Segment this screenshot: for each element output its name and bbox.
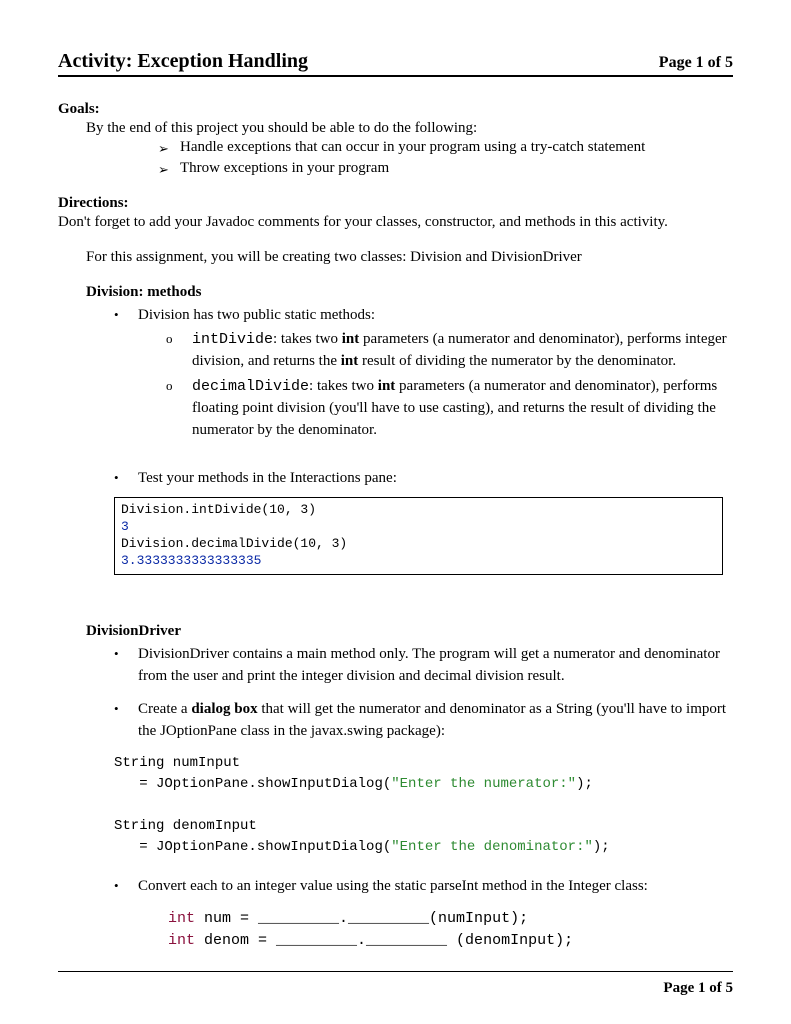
circle-icon: o [166,376,192,396]
footer-page-number: Page 1 of 5 [58,972,733,997]
circle-icon: o [166,329,192,349]
division-bullet: • Division has two public static methods… [114,305,733,446]
method-name: decimalDivide [192,378,309,395]
code-line: Division.decimalDivide(10, 3) [121,536,716,553]
division-methods-list: • Division has two public static methods… [114,305,733,446]
method-desc: intDivide: takes two int parameters (a n… [192,329,733,373]
bullet-icon: • [114,305,138,325]
driver-heading: DivisionDriver [86,623,733,640]
dialog-code-block: String numInput = JOptionPane.showInputD… [114,753,733,858]
division-intro: Division has two public static methods: [138,307,375,323]
goals-item: ➢ Throw exceptions in your program [158,160,733,179]
goals-item-text: Handle exceptions that can occur in your… [180,139,645,156]
directions-assignment: For this assignment, you will be creatin… [86,249,733,266]
test-bullet-list: • Test your methods in the Interactions … [114,468,733,490]
bullet-icon: • [114,699,138,719]
method-desc: decimalDivide: takes two int parameters … [192,376,733,441]
goals-item: ➢ Handle exceptions that can occur in yo… [158,139,733,158]
method-name: intDivide [192,331,273,348]
goals-item-text: Throw exceptions in your program [180,160,389,177]
driver-b1: DivisionDriver contains a main method on… [138,644,733,688]
parseint-code-block: int num = _________._________(numInput);… [168,908,733,953]
goals-label: Goals: [58,101,733,118]
driver-list: • DivisionDriver contains a main method … [114,644,733,688]
header-title: Activity: Exception Handling [58,50,308,73]
driver-bullet: • Convert each to an integer value using… [114,876,733,898]
arrow-icon: ➢ [158,160,180,179]
test-line: Test your methods in the Interactions pa… [138,468,733,490]
code-output: 3.3333333333333335 [121,553,716,570]
directions-label: Directions: [58,195,733,212]
goals-intro: By the end of this project you should be… [86,120,733,137]
bullet-icon: • [114,468,138,488]
driver-list-3: • Convert each to an integer value using… [114,876,733,898]
code-output: 3 [121,519,716,536]
directions-javadoc: Don't forget to add your Javadoc comment… [58,214,733,231]
bullet-icon: • [114,876,138,896]
arrow-icon: ➢ [158,139,180,158]
test-bullet: • Test your methods in the Interactions … [114,468,733,490]
division-heading: Division: methods [86,284,733,301]
driver-b3: Convert each to an integer value using t… [138,876,733,898]
driver-bullet: • Create a dialog box that will get the … [114,699,733,743]
method-item: o intDivide: takes two int parameters (a… [166,329,733,373]
driver-list-2: • Create a dialog box that will get the … [114,699,733,743]
header-page-number: Page 1 of 5 [659,54,733,72]
driver-b2: Create a dialog box that will get the nu… [138,699,733,743]
goals-list: ➢ Handle exceptions that can occur in yo… [158,139,733,179]
code-line: Division.intDivide(10, 3) [121,502,716,519]
method-item: o decimalDivide: takes two int parameter… [166,376,733,441]
bullet-icon: • [114,644,138,664]
page-header: Activity: Exception Handling Page 1 of 5 [58,50,733,77]
interactions-code-box: Division.intDivide(10, 3) 3 Division.dec… [114,497,723,575]
driver-bullet: • DivisionDriver contains a main method … [114,644,733,688]
